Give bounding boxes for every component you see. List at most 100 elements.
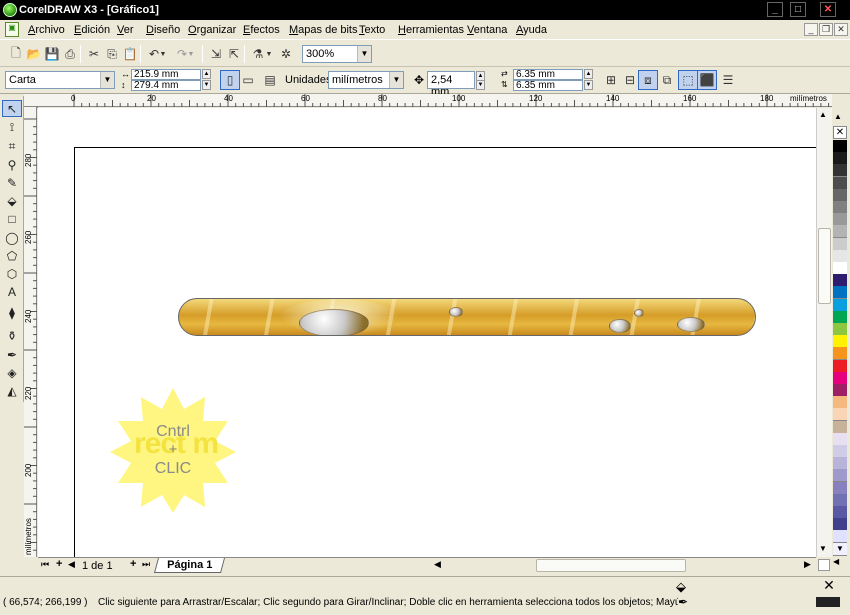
color-swatch[interactable] xyxy=(833,469,847,483)
dup-x-spinner[interactable]: ▲ xyxy=(584,69,593,79)
zoom-combo[interactable]: 300% ▼ xyxy=(302,45,372,63)
rounded-image-strip[interactable] xyxy=(178,298,756,336)
duplicate-y-input[interactable]: 6.35 mm xyxy=(513,80,583,91)
nudge-input[interactable]: 2,54 mm xyxy=(427,71,475,98)
no-fill-swatch-icon[interactable]: ✕ xyxy=(833,126,847,139)
snap-objects-icon[interactable]: ⧈ xyxy=(638,70,658,90)
color-swatch[interactable] xyxy=(833,298,847,312)
options-icon[interactable]: ☰ xyxy=(718,70,738,90)
interactive-fill-tool-icon[interactable]: ◭ xyxy=(2,382,22,399)
redo-dropdown-icon[interactable]: ▼ xyxy=(186,44,196,64)
color-swatch[interactable] xyxy=(833,201,847,214)
scroll-left-icon[interactable]: ◀ xyxy=(434,559,441,570)
outline-tool-icon[interactable]: ✒ xyxy=(2,346,22,363)
menu-ver[interactable]: Ver xyxy=(117,24,134,36)
maximize-button[interactable]: □ xyxy=(790,2,806,17)
prev-page-icon[interactable]: ◀ xyxy=(68,559,75,570)
color-swatch[interactable] xyxy=(833,164,847,178)
undo-dropdown-icon[interactable]: ▼ xyxy=(158,44,168,64)
color-swatch[interactable] xyxy=(833,432,847,446)
chevron-down-icon[interactable]: ▼ xyxy=(100,72,114,88)
corel-online-icon[interactable]: ✲ xyxy=(276,44,296,64)
text-tool-icon[interactable]: A xyxy=(2,283,22,300)
first-page-icon[interactable]: ⏮ xyxy=(41,559,49,570)
menu-organizar[interactable]: Organizar xyxy=(188,24,236,36)
units-combo[interactable]: milímetros ▼ xyxy=(328,71,404,89)
cut-icon[interactable]: ✂ xyxy=(84,44,104,64)
polygon-tool-icon[interactable]: ⬠ xyxy=(2,247,22,264)
horizontal-ruler[interactable]: 0 20 40 60 80 100 120 140 160 180 milíme… xyxy=(24,94,832,107)
smart-fill-tool-icon[interactable]: ⬙ xyxy=(2,192,22,209)
eyedropper-tool-icon[interactable]: ⚱ xyxy=(2,327,22,344)
nudge-spinner-down[interactable]: ▼ xyxy=(476,80,485,90)
color-swatch[interactable] xyxy=(833,347,847,361)
vertical-scrollbar[interactable]: ▲ ▼ xyxy=(816,108,832,557)
interactive-blend-tool-icon[interactable]: ⧫ xyxy=(2,304,22,321)
menu-mapas-de-bits[interactable]: Mapas de bits xyxy=(289,24,358,36)
color-swatch[interactable] xyxy=(833,188,847,202)
color-swatch[interactable] xyxy=(833,176,847,190)
fill-indicator-icon[interactable]: ⬙ xyxy=(676,579,686,595)
ellipse-tool-icon[interactable]: ◯ xyxy=(2,229,22,246)
launcher-dropdown-icon[interactable]: ▼ xyxy=(264,44,274,64)
fill-tool-icon[interactable]: ◈ xyxy=(2,364,22,381)
dup-y-spinner[interactable]: ▼ xyxy=(584,80,593,90)
close-button[interactable]: ✕ xyxy=(820,2,836,17)
doc-close-button[interactable]: ✕ xyxy=(834,23,848,36)
color-swatch[interactable] xyxy=(833,457,847,471)
page-height-input[interactable]: 279.4 mm xyxy=(131,80,201,91)
page-width-input[interactable]: 215.9 mm xyxy=(131,69,201,80)
dynamic-guides-icon[interactable]: ⧉ xyxy=(657,70,677,90)
tab-pagina-1[interactable]: Página 1 xyxy=(153,558,226,573)
treat-as-filled-icon[interactable]: ⬚ xyxy=(678,70,698,90)
height-spinner[interactable]: ▼ xyxy=(202,80,211,90)
shape-tool-icon[interactable]: ⟟ xyxy=(2,119,22,136)
color-swatch[interactable] xyxy=(833,237,847,251)
width-spinner[interactable]: ▲ xyxy=(202,69,211,79)
menu-archivo[interactable]: Archivo xyxy=(28,24,65,36)
save-icon[interactable]: 💾 xyxy=(42,44,62,64)
crop-tool-icon[interactable]: ⌗ xyxy=(2,138,22,155)
palette-up-icon[interactable]: ▲ xyxy=(834,112,842,121)
add-page-after-icon[interactable]: + xyxy=(130,558,136,570)
color-swatch[interactable] xyxy=(833,249,847,263)
vertical-ruler[interactable]: 280 260 240 220 200 milímetros xyxy=(24,107,37,557)
snap-grid-icon[interactable]: ⊞ xyxy=(601,70,621,90)
page-layout-icon[interactable]: ▤ xyxy=(260,70,280,90)
color-swatch[interactable] xyxy=(833,506,847,519)
scroll-down-icon[interactable]: ▼ xyxy=(819,544,827,553)
coreldraw-app-icon[interactable] xyxy=(3,3,17,17)
horizontal-scroll-thumb[interactable] xyxy=(536,559,686,572)
color-swatch[interactable] xyxy=(833,408,847,422)
copy-icon[interactable]: ⎘ xyxy=(102,44,122,64)
doc-restore-button[interactable]: ❐ xyxy=(819,23,833,36)
menu-ayuda[interactable]: Ayuda xyxy=(516,24,547,36)
scroll-right-icon[interactable]: ▶ xyxy=(804,559,811,570)
portrait-button[interactable]: ▯ xyxy=(220,70,240,90)
color-swatch[interactable] xyxy=(833,530,847,544)
open-folder-icon[interactable]: 📂 xyxy=(24,44,44,64)
color-swatch[interactable] xyxy=(833,359,847,373)
minimize-button[interactable]: _ xyxy=(767,2,783,17)
chevron-down-icon[interactable]: ▼ xyxy=(389,72,403,88)
color-swatch[interactable] xyxy=(833,152,847,166)
color-swatch[interactable] xyxy=(833,310,847,324)
color-swatch[interactable] xyxy=(833,225,847,239)
menu-herramientas[interactable]: Herramientas xyxy=(398,24,464,36)
vertical-scroll-thumb[interactable] xyxy=(818,228,831,304)
color-swatch[interactable] xyxy=(833,518,847,532)
snap-guides-icon[interactable]: ⊟ xyxy=(620,70,640,90)
menu-diseno[interactable]: Diseño xyxy=(146,24,180,36)
add-page-before-icon[interactable]: + xyxy=(56,558,62,570)
color-swatch[interactable] xyxy=(833,384,847,397)
color-swatch[interactable] xyxy=(833,396,847,410)
color-swatch[interactable] xyxy=(833,286,847,300)
outline-indicator-icon[interactable]: ✒ xyxy=(678,595,688,609)
menu-edicion[interactable]: Edición xyxy=(74,24,110,36)
basic-shapes-tool-icon[interactable]: ⬡ xyxy=(2,265,22,282)
rectangle-tool-icon[interactable]: □ xyxy=(2,210,22,227)
navigator-icon[interactable] xyxy=(818,559,830,571)
export-icon[interactable]: ⇱ xyxy=(224,44,244,64)
doc-minimize-button[interactable]: _ xyxy=(804,23,818,36)
menu-ventana[interactable]: Ventana xyxy=(467,24,507,36)
